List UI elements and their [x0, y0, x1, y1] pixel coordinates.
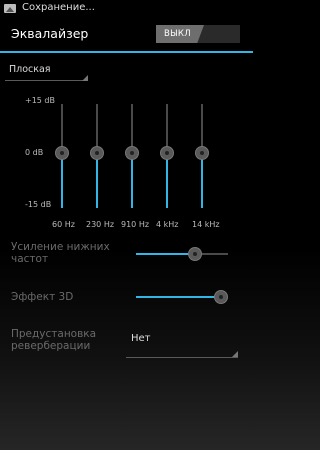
bass-boost-slider[interactable]: [136, 247, 228, 261]
dropdown-corner-icon: [82, 75, 88, 81]
status-notification-text: Сохранение...: [22, 2, 95, 13]
eq-band-fill: [166, 153, 168, 208]
page-title: Эквалайзер: [11, 26, 89, 41]
bass-boost-fill: [136, 253, 195, 255]
status-bar: Сохранение...: [0, 0, 253, 17]
eq-band-slider[interactable]: [160, 104, 174, 208]
eq-band-frequency-label: 60 Hz: [52, 220, 75, 229]
effect-3d-slider[interactable]: [136, 290, 228, 304]
effect-3d-thumb[interactable]: [214, 290, 228, 304]
eq-band-slider[interactable]: [195, 104, 209, 208]
eq-band-frequency-label: 14 kHz: [192, 220, 220, 229]
effect-3d-fill: [136, 296, 221, 298]
db-label-max: +15 dB: [25, 96, 55, 105]
image-icon: [4, 4, 16, 13]
eq-band-thumb[interactable]: [160, 146, 174, 160]
eq-band-slider[interactable]: [125, 104, 139, 208]
eq-band-frequency-label: 4 kHz: [156, 220, 179, 229]
spinner-underline: [5, 80, 88, 81]
db-label-min: -15 dB: [25, 200, 52, 209]
eq-band-thumb[interactable]: [195, 146, 209, 160]
toggle-label: ВЫКЛ: [164, 29, 191, 39]
eq-band-thumb[interactable]: [90, 146, 104, 160]
db-label-mid: 0 dB: [25, 148, 44, 157]
eq-band-fill: [201, 153, 203, 208]
equalizer-toggle[interactable]: ВЫКЛ: [156, 25, 240, 43]
eq-band-slider[interactable]: [55, 104, 69, 208]
eq-band-thumb[interactable]: [55, 146, 69, 160]
reverb-selected: Нет: [131, 333, 151, 344]
reverb-label: Предустановка реверберации: [11, 328, 97, 352]
eq-band-fill: [96, 153, 98, 208]
eq-band-frequency-label: 910 Hz: [121, 220, 150, 229]
bass-boost-thumb[interactable]: [188, 247, 202, 261]
eq-band-slider[interactable]: [90, 104, 104, 208]
effect-3d-label: Эффект 3D: [11, 291, 74, 303]
preset-selected: Плоская: [9, 64, 51, 75]
spinner-underline: [126, 357, 238, 358]
dropdown-corner-icon: [232, 351, 238, 357]
eq-band-thumb[interactable]: [125, 146, 139, 160]
eq-band-fill: [61, 153, 63, 208]
action-bar: Эквалайзер ВЫКЛ: [0, 17, 253, 53]
bass-boost-label: Усиление нижних частот: [11, 241, 110, 265]
eq-band-frequency-label: 230 Hz: [86, 220, 115, 229]
eq-band-fill: [131, 153, 133, 208]
